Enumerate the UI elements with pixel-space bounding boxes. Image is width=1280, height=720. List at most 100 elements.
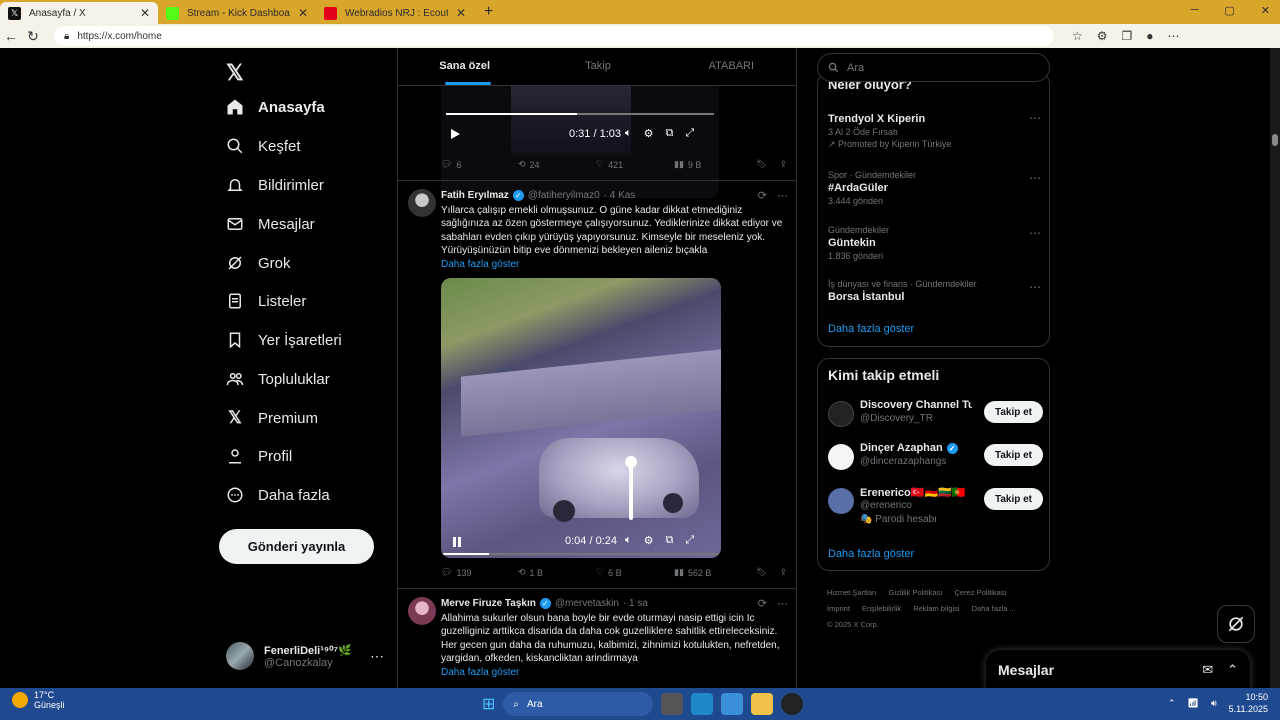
scrollbar-thumb[interactable] (1272, 134, 1278, 146)
nav-lists[interactable]: Listeler (226, 292, 306, 310)
collections-icon[interactable]: ❐ (1122, 29, 1133, 43)
weather-widget[interactable]: 17°C Güneşli (12, 690, 65, 710)
trend-more-icon[interactable]: ⋯ (1029, 111, 1041, 125)
network-icon[interactable]: 📶︎ (1188, 698, 1199, 709)
close-tab-icon[interactable]: ✕ (298, 6, 308, 20)
trend-item[interactable]: İş dünyası ve finans · Gündemdekiler Bor… (828, 279, 1038, 303)
footer-link[interactable]: Çerez Politikası (955, 588, 1007, 597)
nav-grok[interactable]: Grok (226, 254, 291, 272)
minimize-icon[interactable]: ─ (1191, 4, 1199, 17)
settings-icon[interactable]: ⚙ (644, 534, 654, 547)
speaker-icon[interactable]: 🔊︎ (1211, 698, 1217, 709)
maximize-icon[interactable]: ▢ (1224, 4, 1234, 17)
search-input[interactable]: Ara (817, 53, 1050, 82)
x-logo-icon[interactable]: 𝕏 (226, 60, 244, 86)
avatar[interactable] (408, 189, 436, 217)
clock[interactable]: 10:50 5.11.2025 (1229, 691, 1268, 715)
expand-icon[interactable]: ⌃ (1227, 662, 1238, 678)
play-icon[interactable] (449, 128, 461, 140)
post-more-icon[interactable]: ⋯ (777, 597, 788, 610)
app-icon[interactable] (781, 693, 804, 715)
footer-link[interactable]: Reklam bilgisi (913, 604, 959, 613)
extensions-icon[interactable]: ⚙ (1097, 29, 1108, 43)
close-tab-icon[interactable]: ✕ (456, 6, 466, 20)
share-icon[interactable]: ⇪ (779, 159, 787, 170)
trend-more-icon[interactable]: ⋯ (1029, 171, 1041, 185)
show-more-link[interactable]: Daha fazla göster (441, 667, 519, 678)
author-handle[interactable]: @mervetaskin (555, 598, 619, 609)
footer-link[interactable]: Hizmet Şartları (827, 588, 877, 597)
volume-slider-knob[interactable] (625, 456, 637, 468)
edge-icon[interactable] (691, 693, 714, 715)
avatar[interactable] (408, 597, 436, 625)
repost-button[interactable]: ⟲ 1 B (518, 567, 596, 578)
tray-chevron-icon[interactable]: ⌃ (1168, 698, 1176, 709)
suggestion-item[interactable]: Dinçer Azaphan ✓ @dincerazaphangs Takip e… (828, 442, 1043, 482)
post-date[interactable]: · 4 Kas (604, 190, 636, 201)
reply-button[interactable]: 💬︎ 6 (441, 159, 518, 170)
more-icon[interactable]: ⋯ (1168, 29, 1180, 43)
browser-tab-nrj[interactable]: Webradios NRJ : Ecoute en direct ✕ (316, 2, 474, 24)
nav-communities[interactable]: Topluluklar (226, 370, 330, 388)
author-name[interactable]: Merve Firuze Taşkın (441, 598, 536, 609)
post-button[interactable]: Gönderi yayınla (219, 529, 374, 564)
bookmark-icon[interactable]: 🔖︎ (756, 159, 767, 170)
trend-item[interactable]: Gündemdekiler Güntekin 1.836 gönderi (828, 225, 1038, 261)
store-icon[interactable] (721, 693, 744, 715)
pip-icon[interactable]: ⧉ (665, 127, 673, 140)
footer-link[interactable]: Erişilebilirlik (862, 604, 901, 613)
trend-more-icon[interactable]: ⋯ (1029, 280, 1041, 294)
browser-tab-kick[interactable]: Stream - Kick Dashboard ✕ (158, 2, 316, 24)
nav-premium[interactable]: 𝕏 Premium (226, 408, 318, 427)
volume-icon[interactable]: 🔈︎ (625, 534, 632, 547)
follow-button[interactable]: Takip et (984, 444, 1043, 466)
show-more-link[interactable]: Daha fazla göster (441, 259, 519, 270)
page-scrollbar[interactable] (1270, 48, 1280, 688)
footer-link[interactable]: Gizlilik Politikası (889, 588, 943, 597)
close-window-icon[interactable]: ✕ (1261, 4, 1270, 17)
views-button[interactable]: ▮▮ 9 B (674, 159, 756, 170)
tab-following[interactable]: Takip (531, 48, 664, 85)
views-button[interactable]: ▮▮ 562 B (674, 567, 756, 578)
suggestion-item[interactable]: Discovery Channel Tu... @Discovery_TR Ta… (828, 399, 1043, 439)
pip-icon[interactable]: ⧉ (665, 534, 673, 547)
post-date[interactable]: · 1 sa (623, 598, 648, 609)
grok-explain-icon[interactable]: ⟳ (758, 189, 767, 202)
volume-icon[interactable]: 🔈︎ (625, 127, 632, 140)
fullscreen-icon[interactable]: ⤢ (685, 127, 694, 140)
share-icon[interactable]: ⇪ (779, 567, 787, 578)
account-switcher[interactable]: FenerliDeli¹⁹⁰⁷🌿 @Canozkalay (226, 642, 352, 670)
fullscreen-icon[interactable]: ⤢ (685, 534, 694, 547)
refresh-icon[interactable]: ↻ (22, 28, 44, 45)
tab-for-you[interactable]: Sana özel (398, 48, 531, 85)
back-icon[interactable]: ← (0, 28, 22, 44)
nav-notifications[interactable]: Bildirimler (226, 176, 324, 194)
settings-icon[interactable]: ⚙ (644, 127, 654, 140)
footer-link[interactable]: İmprint (827, 604, 850, 613)
profile-icon[interactable]: ● (1146, 29, 1153, 43)
grok-button[interactable] (1217, 605, 1255, 643)
video-progress-bar[interactable] (446, 113, 714, 115)
close-tab-icon[interactable]: ✕ (140, 6, 150, 20)
browser-tab-x[interactable]: 𝕏 Anasayfa / X ✕ (0, 2, 158, 24)
reply-button[interactable]: 💬︎ 139 (441, 567, 518, 578)
nav-profile[interactable]: Profil (226, 447, 292, 465)
repost-button[interactable]: ⟲ 24 (518, 159, 596, 170)
account-more-icon[interactable]: ⋯ (370, 648, 384, 665)
url-field[interactable]: 🔒︎ https://x.com/home (54, 26, 1054, 46)
favorite-star-icon[interactable]: ☆ (1072, 29, 1083, 43)
trends-show-more-link[interactable]: Daha fazla göster (828, 323, 914, 335)
nav-home[interactable]: Anasayfa (226, 98, 325, 116)
trend-item[interactable]: Spor · Gündemdekiler #ArdaGüler 3.444 gö… (828, 170, 1038, 206)
author-handle[interactable]: @fatiheryilmaz0 (528, 190, 600, 201)
volume-slider[interactable] (629, 462, 633, 520)
like-button[interactable]: ♡ 6 B (596, 567, 674, 578)
like-button[interactable]: ♡ 421 (596, 159, 674, 170)
windows-start-icon[interactable]: ⊞ (482, 694, 495, 714)
footer-link[interactable]: Daha fazla ... (972, 604, 1016, 613)
who-show-more-link[interactable]: Daha fazla göster (828, 548, 914, 560)
author-name[interactable]: Fatih Eryılmaz (441, 190, 509, 201)
file-explorer-icon[interactable] (751, 693, 774, 715)
trend-item[interactable]: Trendyol X Kiperin 3 Al 2 Öde Fırsatı ↗ … (828, 111, 1038, 150)
messages-drawer[interactable]: Mesajlar ✉ ⌃ (986, 650, 1250, 690)
